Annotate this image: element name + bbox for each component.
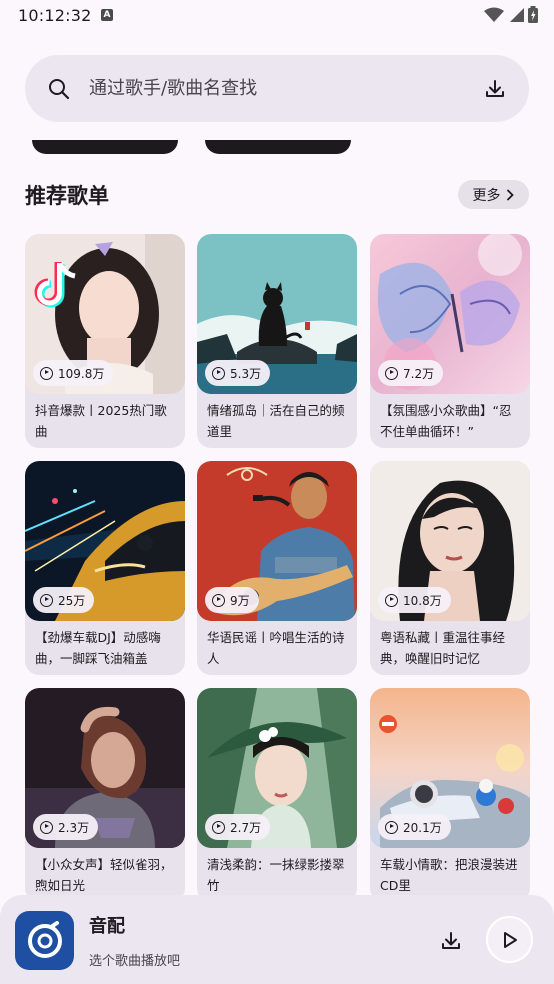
player-title: 音配 [89,916,125,937]
play-circle-icon [212,593,225,607]
play-count-badge: 2.3万 [33,814,99,840]
play-count: 10.8万 [403,593,442,608]
playlist-card[interactable]: 2.7万 清浅柔韵：一抹绿影搂翠竹 [197,688,357,902]
play-count-badge: 10.8万 [378,587,451,613]
status-bar: 10:12:32 A [0,0,554,32]
play-count-badge: 25万 [33,587,95,613]
play-count-badge: 2.7万 [205,814,271,840]
player-subtitle: 选个歌曲播放吧 [89,954,181,969]
mini-player[interactable]: 音配 选个歌曲播放吧 [0,895,554,984]
play-count: 109.8万 [58,366,105,381]
playlist-title: 情绪孤岛｜活在自己的频道里 [207,403,345,439]
playlist-title: 粤语私藏丨重温往事经典，唤醒旧时记忆 [380,630,506,666]
wifi-icon [484,7,504,22]
search-icon [49,79,70,100]
playlist-card[interactable]: 10.8万 粤语私藏丨重温往事经典，唤醒旧时记忆 [370,461,530,675]
playlist-card[interactable]: 20.1万 车载小情歌：把浪漫装进CD里 [370,688,530,902]
music-disc-icon [27,920,62,958]
scrolled-card-edge [32,140,178,154]
playlist-card[interactable]: 7.2万 【氛围感小众歌曲】“忍不住单曲循环！” [370,234,530,448]
play-count-badge: 20.1万 [378,814,451,840]
system-icons [484,6,538,23]
notification-a-icon: A [101,9,113,21]
playlist-card[interactable]: 2.3万 【小众女声】轻似雀羽，煦如日光 [25,688,185,902]
app-logo [15,911,74,970]
playlist-card[interactable]: 9万 华语民谣丨吟唱生活的诗人 [197,461,357,675]
play-circle-icon [385,593,398,607]
status-time: 10:12:32 [18,6,92,25]
play-count: 2.7万 [230,820,262,835]
signal-icon [510,7,524,22]
play-circle-icon [385,820,398,834]
search-bar[interactable] [25,55,529,122]
download-icon[interactable] [439,929,463,953]
playlist-title: 清浅柔韵：一抹绿影搂翠竹 [207,857,345,893]
playlist-title: 车载小情歌：把浪漫装进CD里 [380,857,518,893]
playlist-title: 华语民谣丨吟唱生活的诗人 [207,630,345,666]
section-title: 推荐歌单 [25,184,109,208]
play-count-badge: 9万 [205,587,259,613]
playlist-title: 【劲爆车载DJ】动感嗨曲，一脚踩飞油箱盖 [35,630,161,666]
playlist-card[interactable]: 5.3万 情绪孤岛｜活在自己的频道里 [197,234,357,448]
play-count-badge: 5.3万 [205,360,271,386]
playlist-card[interactable]: 25万 【劲爆车载DJ】动感嗨曲，一脚踩飞油箱盖 [25,461,185,675]
play-count: 2.3万 [58,820,90,835]
battery-icon [528,6,538,23]
playlist-card[interactable]: 109.8万 抖音爆款丨2025热门歌曲 [25,234,185,448]
search-input[interactable] [89,55,469,122]
download-icon[interactable] [483,77,507,101]
play-circle-icon [212,820,225,834]
play-button[interactable] [486,916,533,963]
chevron-right-icon [506,189,514,200]
playlist-title: 【氛围感小众歌曲】“忍不住单曲循环！” [380,403,512,439]
play-count: 25万 [58,593,86,608]
play-count-badge: 109.8万 [33,360,114,386]
playlist-title: 抖音爆款丨2025热门歌曲 [35,403,167,439]
play-icon [503,931,517,948]
play-circle-icon [212,366,225,380]
play-circle-icon [40,593,53,607]
more-button[interactable]: 更多 [458,180,529,209]
play-count: 9万 [230,593,250,608]
play-count: 7.2万 [403,366,435,381]
scrolled-card-edge [205,140,351,154]
play-count: 20.1万 [403,820,442,835]
play-circle-icon [40,366,53,380]
more-label: 更多 [472,187,501,204]
playlist-title: 【小众女声】轻似雀羽，煦如日光 [35,857,173,893]
play-count-badge: 7.2万 [378,360,444,386]
play-circle-icon [385,366,398,380]
play-circle-icon [40,820,53,834]
play-count: 5.3万 [230,366,262,381]
